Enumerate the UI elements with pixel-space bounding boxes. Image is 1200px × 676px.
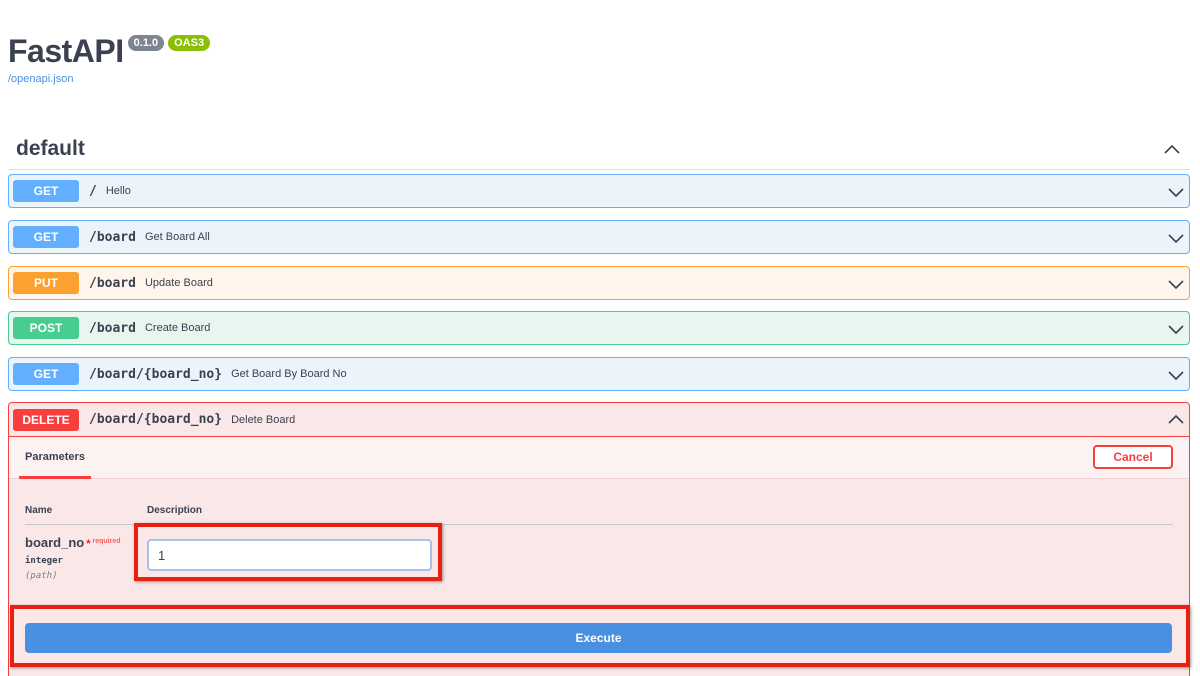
operation-summary: Delete Board xyxy=(231,413,296,426)
operation-summary: Update Board xyxy=(144,277,213,289)
page-title: FastAPI xyxy=(8,33,124,69)
param-name: board_no * required xyxy=(25,535,121,550)
version-badge: 0.1.0 xyxy=(127,35,165,51)
chevron-up-icon[interactable] xyxy=(1167,411,1185,429)
parameters-tabbar: Parameters Cancel xyxy=(9,437,1189,479)
operation-path: /board/{board_no} xyxy=(89,366,223,382)
openapi-json-link[interactable]: /openapi.json xyxy=(8,73,210,85)
tab-parameters[interactable]: Parameters xyxy=(19,437,91,479)
method-badge: PUT xyxy=(13,272,79,294)
oas-badge: OAS3 xyxy=(168,35,211,51)
method-badge: GET xyxy=(13,363,79,385)
method-badge: GET xyxy=(13,226,79,248)
param-location: (path) xyxy=(25,571,58,581)
cancel-button[interactable]: Cancel xyxy=(1093,445,1173,469)
operation-summary: Hello xyxy=(105,185,131,197)
parameters-table-header: Name Description xyxy=(25,503,1173,525)
section-title: default xyxy=(16,136,85,160)
chevron-up-icon[interactable] xyxy=(1162,139,1182,159)
operation-summary: Get Board By Board No xyxy=(231,368,347,380)
chevron-down-icon[interactable] xyxy=(1167,320,1185,338)
operation-path: /board xyxy=(89,320,136,336)
method-badge: POST xyxy=(13,317,79,339)
param-name-label: board_no xyxy=(25,535,85,550)
operation-path: /board/{board_no} xyxy=(89,412,223,427)
operation-delete-header[interactable]: DELETE /board/{board_no} Delete Board xyxy=(9,403,1189,437)
chevron-down-icon[interactable] xyxy=(1167,183,1185,201)
operation-get-board[interactable]: GET /board Get Board All xyxy=(8,220,1190,254)
operation-path: /board xyxy=(89,275,136,291)
board-no-input[interactable] xyxy=(147,539,432,571)
operation-get-root[interactable]: GET / Hello xyxy=(8,174,1190,208)
operation-path: / xyxy=(89,183,97,199)
method-badge: DELETE xyxy=(13,408,79,431)
operation-summary: Get Board All xyxy=(144,231,210,243)
chevron-down-icon[interactable] xyxy=(1167,366,1185,384)
operation-path: /board xyxy=(89,229,136,245)
chevron-down-icon[interactable] xyxy=(1167,229,1185,247)
required-label: required xyxy=(92,538,121,545)
header: FastAPI 0.1.0 OAS3 /openapi.json xyxy=(8,32,211,85)
title-row: FastAPI 0.1.0 OAS3 xyxy=(8,32,211,70)
column-name: Name xyxy=(25,505,53,516)
operation-get-board-by-no[interactable]: GET /board/{board_no} Get Board By Board… xyxy=(8,357,1190,391)
param-type: integer xyxy=(25,556,63,566)
chevron-down-icon[interactable] xyxy=(1167,275,1185,293)
required-star: * xyxy=(86,538,91,550)
operation-put-board[interactable]: PUT /board Update Board xyxy=(8,266,1190,300)
operation-post-board[interactable]: POST /board Create Board xyxy=(8,311,1190,345)
method-badge: GET xyxy=(13,180,79,202)
operation-summary: Create Board xyxy=(144,322,211,334)
section-default-header[interactable]: default xyxy=(8,128,1190,170)
column-description: Description xyxy=(147,505,203,516)
execute-button[interactable]: Execute xyxy=(25,623,1172,653)
